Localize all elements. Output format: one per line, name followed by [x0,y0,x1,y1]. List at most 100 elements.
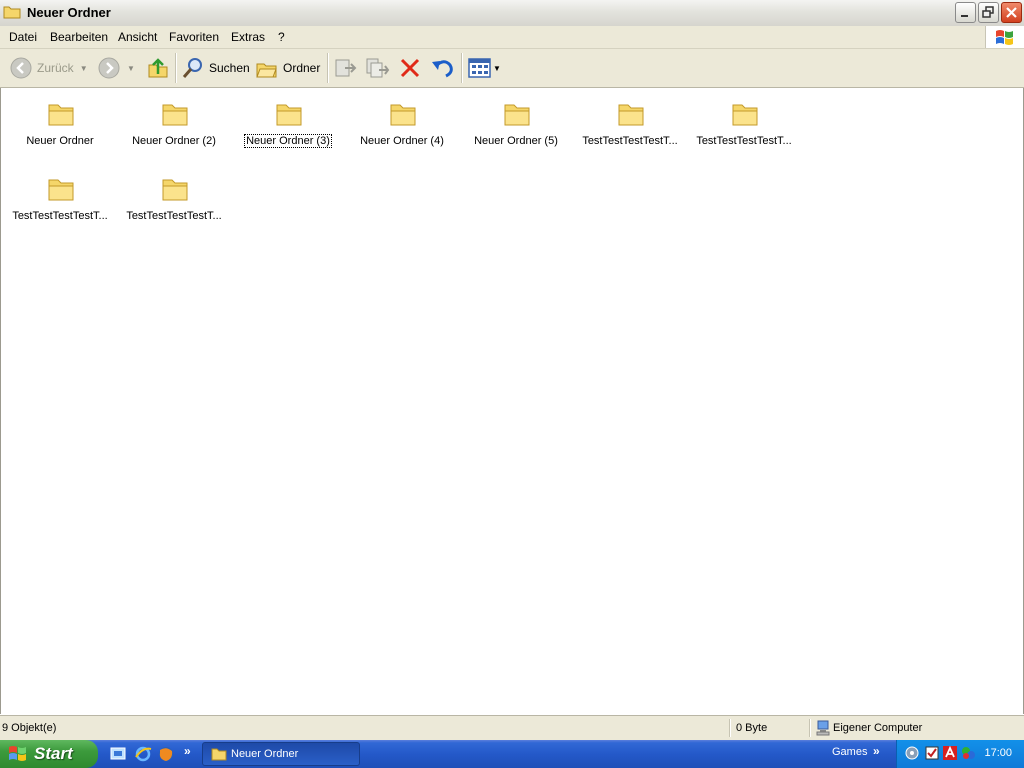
folder-icon [211,748,227,761]
close-icon [1006,7,1017,18]
undo-icon [432,60,453,78]
status-location: Eigener Computer [833,722,923,734]
menu-extras[interactable]: Extras [231,30,265,44]
status-bar: 9 Objekt(e) 0 Byte Eigener Computer [0,715,1024,740]
chevron-down-icon[interactable]: ▼ [80,64,88,73]
menu-bearbeiten[interactable]: Bearbeiten [50,30,108,44]
security-center-icon[interactable] [925,746,939,760]
windows-flag-icon [9,746,26,761]
file-list-pane[interactable]: Neuer Ordner Neuer Ordner (2) Neuer Ordn… [0,88,1024,714]
forward-button[interactable]: ▼ [97,55,135,81]
delete-button[interactable] [398,55,422,81]
folders-label: Ordner [283,61,321,75]
status-separator [729,719,731,737]
restore-button[interactable] [978,2,999,23]
folder-name: TestTestTestTestT... [12,210,108,222]
folder-icon [162,104,188,126]
computer-icon [816,720,830,736]
back-button[interactable]: Zurück ▼ [9,55,88,81]
task-button-neuer-ordner[interactable]: Neuer Ordner [202,742,360,766]
start-label: Start [34,744,73,763]
toolbar: Zurück ▼ ▼ Suchen Ordner ▼ [0,49,1024,88]
folder-icon [3,6,21,19]
restore-icon [982,6,994,18]
folder-item[interactable]: Neuer Ordner (2) [117,93,231,163]
chevron-down-icon[interactable]: ▼ [127,64,135,73]
task-button-label: Neuer Ordner [231,748,299,760]
start-button[interactable]: Start [0,740,98,768]
folder-item[interactable]: TestTestTestTestT... [573,93,687,163]
toolbar-separator [327,53,329,83]
delete-icon [400,58,420,78]
folder-item[interactable]: Neuer Ordner (5) [459,93,573,163]
close-button[interactable] [1001,2,1022,23]
toolbar-separator [461,53,463,83]
show-desktop-icon[interactable] [109,745,127,763]
folder-item[interactable]: TestTestTestTestT... [3,168,117,238]
up-folder-button[interactable] [146,55,170,81]
window-title: Neuer Ordner [27,5,111,20]
folder-item[interactable]: TestTestTestTestT... [687,93,801,163]
folder-item[interactable]: TestTestTestTestT... [117,168,231,238]
windows-logo [985,26,1024,48]
status-separator [809,719,811,737]
system-tray: 17:00 [896,740,1024,768]
menu-datei[interactable]: Datei [9,30,37,44]
speaker-icon[interactable] [905,746,919,760]
views-button[interactable]: ▼ [468,55,501,81]
messenger-icon[interactable] [961,746,975,760]
undo-button[interactable] [430,55,456,81]
folder-name: Neuer Ordner (3) [244,134,332,148]
internet-explorer-icon[interactable] [134,745,152,763]
chevron-down-icon[interactable]: ▼ [493,64,501,73]
folder-icon [504,104,530,126]
firefox-icon[interactable] [157,745,175,763]
move-to-icon [335,59,357,77]
move-to-button[interactable] [333,55,359,81]
search-icon [182,58,202,78]
search-button[interactable]: Suchen [181,55,250,81]
folder-icon [276,104,302,126]
title-bar[interactable]: Neuer Ordner [0,0,1024,27]
folder-item[interactable]: Neuer Ordner (3) [231,93,345,163]
copy-to-button[interactable] [365,55,391,81]
folder-item[interactable]: Neuer Ordner (4) [345,93,459,163]
copy-to-icon [366,58,390,78]
folders-button[interactable]: Ordner [255,55,320,81]
folder-up-icon [148,58,168,78]
clock: 17:00 [984,747,1012,759]
folder-icon [162,179,188,201]
toolbar-separator [175,53,177,83]
antivirus-icon[interactable] [943,746,957,760]
menu-ansicht[interactable]: Ansicht [118,30,157,44]
search-label: Suchen [209,61,250,75]
folder-name: Neuer Ordner (4) [360,135,444,147]
folder-name: Neuer Ordner (2) [132,135,216,147]
views-icon [468,58,491,78]
folder-icon [48,104,74,126]
folder-icon [390,104,416,126]
menu-help[interactable]: ? [278,30,285,44]
chevron-right-icon[interactable]: » [184,744,191,758]
folder-item[interactable]: Neuer Ordner [3,93,117,163]
folder-name: TestTestTestTestT... [696,135,792,147]
folders-icon [256,63,277,78]
chevron-right-icon[interactable]: » [873,744,880,758]
status-object-count: 9 Objekt(e) [2,722,57,734]
menu-favoriten[interactable]: Favoriten [169,30,219,44]
folder-icon [48,179,74,201]
games-toolbar-label[interactable]: Games [832,746,867,758]
back-label: Zurück [37,61,74,75]
folder-icon [618,104,644,126]
status-size: 0 Byte [736,722,768,734]
folder-name: Neuer Ordner [26,135,94,147]
folder-name: TestTestTestTestT... [126,210,222,222]
taskbar: Start » Neuer Ordner Games » 17:00 [0,740,1024,768]
folder-name: Neuer Ordner (5) [474,135,558,147]
back-arrow-icon [10,57,32,79]
minimize-icon [961,15,968,17]
menu-bar: Datei Bearbeiten Ansicht Favoriten Extra… [0,26,1024,49]
minimize-button[interactable] [955,2,976,23]
forward-arrow-icon [98,57,120,79]
folder-icon [732,104,758,126]
